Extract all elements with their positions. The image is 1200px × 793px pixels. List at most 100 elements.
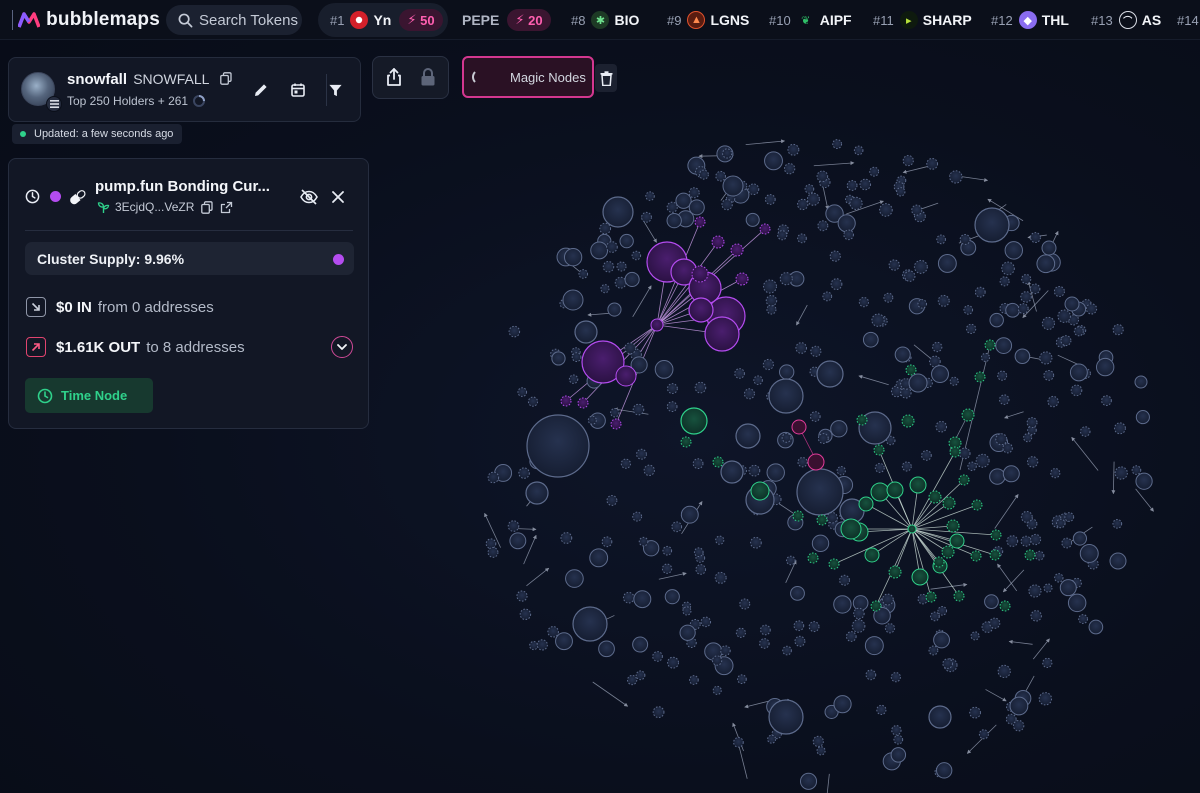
holder-bubble[interactable] <box>1036 254 1056 274</box>
holder-bubble[interactable] <box>936 234 946 245</box>
holder-bubble[interactable] <box>600 284 610 294</box>
green-cluster-bubble[interactable] <box>970 550 982 562</box>
holder-bubble[interactable] <box>536 639 548 651</box>
holder-bubble[interactable] <box>680 505 699 524</box>
holder-bubble[interactable] <box>620 458 631 469</box>
holder-bubble[interactable] <box>747 183 760 196</box>
holder-bubble[interactable] <box>812 735 824 747</box>
holder-bubble[interactable] <box>846 180 858 191</box>
ticker-item-pepe[interactable]: PEPE ⚡ 20 <box>462 0 551 40</box>
pink-bubble[interactable] <box>807 453 825 471</box>
holder-bubble[interactable] <box>714 571 727 584</box>
holder-bubble[interactable] <box>509 532 527 550</box>
holder-bubble[interactable] <box>1005 302 1020 318</box>
holder-bubble[interactable] <box>679 624 696 641</box>
holder-bubble[interactable] <box>1042 657 1053 669</box>
purple-cluster-bubble[interactable] <box>711 235 725 249</box>
holder-bubble[interactable] <box>652 706 665 718</box>
holder-bubble[interactable] <box>715 170 726 182</box>
holder-bubble[interactable] <box>578 269 589 279</box>
holder-bubble[interactable] <box>908 373 928 393</box>
holder-bubble[interactable] <box>734 368 745 379</box>
holder-bubble[interactable] <box>1059 579 1077 597</box>
ticker-item-bio[interactable]: #8 ✱ BIO <box>571 0 639 40</box>
clock-icon[interactable] <box>25 189 40 209</box>
holder-bubble[interactable] <box>1006 535 1019 547</box>
holder-bubble[interactable] <box>839 574 850 586</box>
holder-bubble[interactable] <box>783 163 796 175</box>
holder-bubble[interactable] <box>888 259 900 271</box>
holder-bubble[interactable] <box>822 291 833 302</box>
holder-bubble[interactable] <box>664 589 680 605</box>
holder-bubble[interactable] <box>763 279 777 294</box>
holder-bubble[interactable] <box>816 170 829 183</box>
holder-bubble[interactable] <box>958 447 971 460</box>
holder-bubble[interactable] <box>787 143 800 156</box>
holder-bubble[interactable] <box>662 545 673 556</box>
holder-bubble[interactable] <box>599 222 612 235</box>
holder-bubble[interactable] <box>833 595 852 614</box>
holder-bubble[interactable] <box>980 352 991 362</box>
holder-bubble[interactable] <box>966 323 977 334</box>
holder-bubble[interactable] <box>547 626 559 638</box>
holder-bubble[interactable] <box>508 325 521 338</box>
holder-bubble[interactable] <box>695 564 707 575</box>
holder-bubble[interactable] <box>507 520 520 532</box>
holder-bubble[interactable] <box>722 175 744 197</box>
holder-bubble[interactable] <box>527 396 539 407</box>
holder-bubble[interactable] <box>932 341 943 353</box>
holder-bubble[interactable] <box>928 645 939 656</box>
purple-cluster-bubble[interactable] <box>759 223 771 235</box>
holder-bubble[interactable] <box>826 512 838 524</box>
green-cluster-bubble[interactable] <box>958 474 970 486</box>
holder-bubble[interactable] <box>721 198 733 211</box>
holder-bubble[interactable] <box>893 734 904 745</box>
holder-bubble[interactable] <box>563 248 583 267</box>
holder-bubble[interactable] <box>529 640 539 651</box>
holder-bubble[interactable] <box>884 623 896 634</box>
holder-bubble[interactable] <box>590 241 609 260</box>
holder-bubble[interactable] <box>917 299 927 309</box>
holder-bubble[interactable] <box>517 387 528 397</box>
holder-bubble[interactable] <box>631 250 642 261</box>
filter-button[interactable] <box>323 78 347 102</box>
holder-bubble[interactable] <box>667 656 680 669</box>
holder-bubble[interactable] <box>937 294 950 307</box>
holder-bubble[interactable] <box>633 590 652 609</box>
holder-bubble[interactable] <box>933 631 950 649</box>
holder-bubble[interactable] <box>700 616 712 628</box>
time-node-button[interactable]: Time Node <box>25 378 153 413</box>
holder-bubble[interactable] <box>995 337 1013 355</box>
holder-bubble[interactable] <box>796 468 844 516</box>
holder-bubble[interactable] <box>799 772 818 790</box>
holder-bubble[interactable] <box>989 617 1001 629</box>
holder-bubble[interactable] <box>720 460 744 484</box>
holder-bubble[interactable] <box>1020 291 1032 303</box>
holder-bubble[interactable] <box>1020 510 1033 523</box>
holder-bubble[interactable] <box>768 378 804 414</box>
holder-bubble[interactable] <box>1023 433 1033 443</box>
holder-bubble[interactable] <box>562 289 584 311</box>
holder-bubble[interactable] <box>764 151 783 171</box>
holder-bubble[interactable] <box>587 415 597 425</box>
holder-bubble[interactable] <box>836 466 846 476</box>
holder-bubble[interactable] <box>862 331 879 348</box>
ticker-item-sharp[interactable]: #11 ▸ SHARP <box>873 0 972 40</box>
holder-bubble[interactable] <box>793 620 805 632</box>
holder-bubble[interactable] <box>619 233 634 249</box>
holder-bubble[interactable] <box>1028 584 1042 598</box>
holder-bubble[interactable] <box>851 619 866 633</box>
purple-cluster-bubble[interactable] <box>688 297 714 323</box>
purple-cluster-bubble[interactable] <box>577 397 589 409</box>
copy-icon[interactable] <box>219 71 232 89</box>
holder-bubble[interactable] <box>574 320 598 344</box>
holder-bubble[interactable] <box>989 312 1004 328</box>
holder-bubble[interactable] <box>989 468 1006 485</box>
holder-bubble[interactable] <box>817 220 829 232</box>
holder-bubble[interactable] <box>1030 610 1042 622</box>
holder-bubble[interactable] <box>610 408 620 418</box>
green-cluster-bubble[interactable] <box>870 600 882 612</box>
holder-bubble[interactable] <box>995 433 1008 446</box>
holder-bubble[interactable] <box>606 495 618 506</box>
holder-bubble[interactable] <box>1026 456 1039 468</box>
